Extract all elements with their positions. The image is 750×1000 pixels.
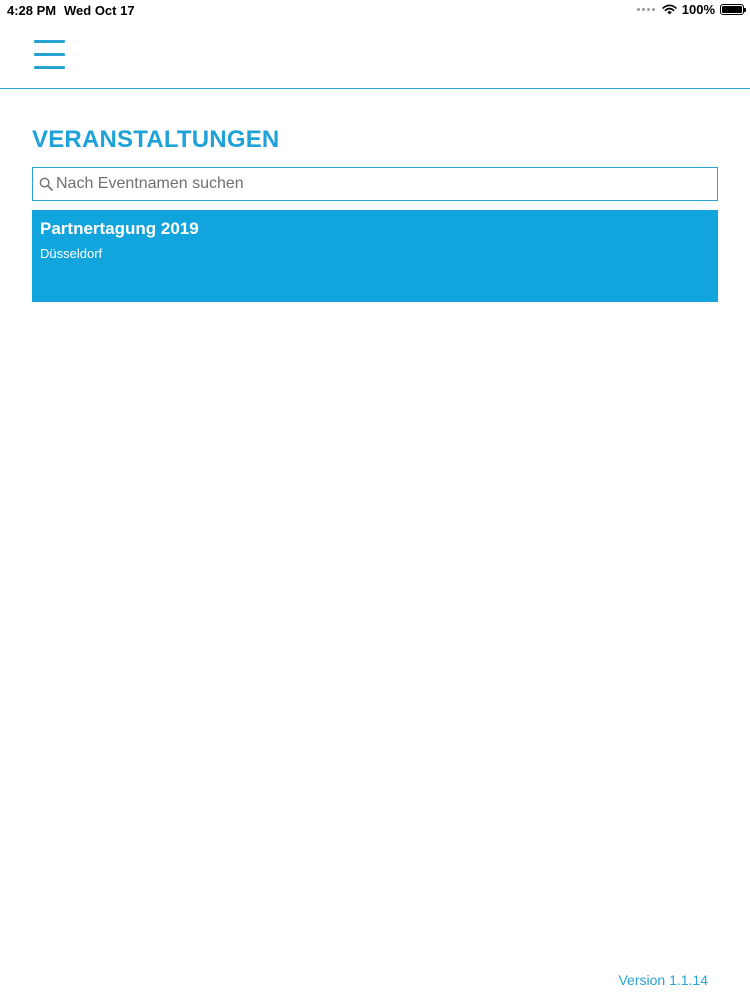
wifi-icon <box>662 4 677 15</box>
search-input[interactable] <box>54 168 717 200</box>
navigation-bar <box>0 22 750 89</box>
battery-percent: 100% <box>681 2 715 17</box>
search-box[interactable] <box>32 167 718 201</box>
status-time: 4:28 PM <box>7 3 57 18</box>
hamburger-menu-icon[interactable] <box>34 38 66 72</box>
search-icon <box>39 177 53 191</box>
status-bar: 4:28 PM Wed Oct 17 100% <box>0 0 750 22</box>
event-location: Düsseldorf <box>40 246 103 261</box>
event-name: Partnertagung 2019 <box>40 219 199 238</box>
version-label: Version 1.1.14 <box>618 972 708 988</box>
event-card-0[interactable]: Partnertagung 2019 Düsseldorf <box>32 210 718 302</box>
battery-fill <box>722 6 742 13</box>
battery-icon <box>720 4 746 15</box>
page-title: VERANSTALTUNGEN <box>32 126 280 153</box>
status-indicators: 100% <box>636 2 746 17</box>
status-date: Wed Oct 17 <box>64 3 135 18</box>
cellular-signal-icon <box>636 8 655 11</box>
